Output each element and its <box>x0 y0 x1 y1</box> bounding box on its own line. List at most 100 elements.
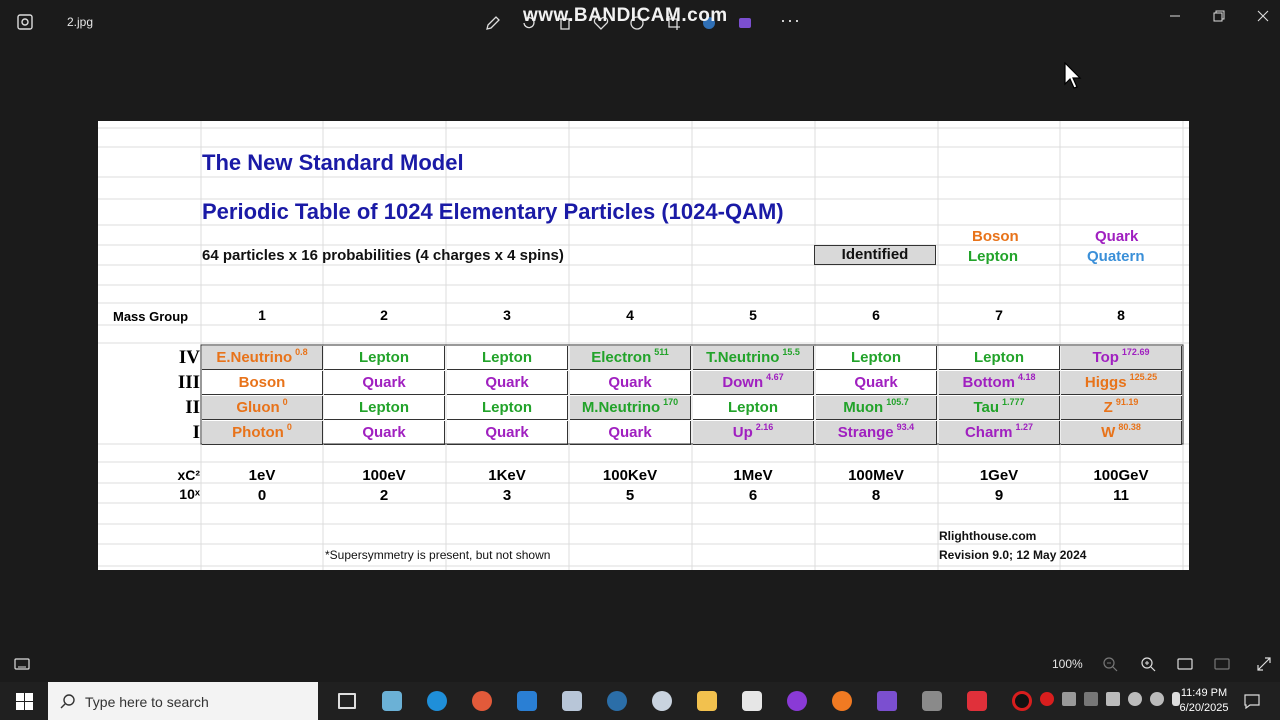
particle-name: Lepton <box>728 399 778 416</box>
taskbar-app-bandicam[interactable] <box>999 682 1044 720</box>
record-icon <box>1011 691 1032 711</box>
particle-cell: Quark <box>324 421 445 445</box>
clock-date: 6/20/2025 <box>1179 702 1229 714</box>
particle-cell: Top 172.69 <box>1061 346 1182 370</box>
particle-mass: 2.16 <box>755 422 774 432</box>
volume-icon[interactable] <box>1106 692 1120 706</box>
particle-cell: Down 4.67 <box>693 371 814 395</box>
particle-name: W <box>1101 424 1116 441</box>
fit-to-window-icon[interactable] <box>1177 656 1193 672</box>
bandicam-tray-button[interactable] <box>734 12 756 34</box>
mass-group-label: Mass Group <box>113 309 189 324</box>
exponent-value: 0 <box>257 487 267 504</box>
particle-name: Quark <box>608 374 652 391</box>
task-view-button[interactable] <box>324 682 369 720</box>
notification-icon[interactable] <box>1244 693 1260 709</box>
more-options-button[interactable]: ··· <box>780 10 801 31</box>
actual-size-icon[interactable] <box>1214 656 1230 672</box>
particle-cell: Quark <box>447 371 568 395</box>
particle-name: T.Neutrino <box>706 349 780 366</box>
particle-cell: Tau 1.777 <box>939 396 1060 420</box>
particle-cell: E.Neutrino 0.8 <box>202 346 323 370</box>
particle-cell: Lepton <box>324 396 445 420</box>
snip-icon <box>471 691 492 711</box>
particle-name: Quark <box>362 374 406 391</box>
zoom-out-icon[interactable] <box>1102 656 1118 672</box>
taskbar-app-firefox[interactable] <box>819 682 864 720</box>
particle-mass: 511 <box>654 347 669 357</box>
filmstrip-icon[interactable] <box>14 656 30 672</box>
zoom-level[interactable]: 100% <box>1052 657 1083 671</box>
taskbar-app-podcast[interactable] <box>774 682 819 720</box>
sheet-title: The New Standard Model <box>202 150 464 175</box>
sheet-subtitle: Periodic Table of 1024 Elementary Partic… <box>202 199 784 224</box>
taskbar-app-photos[interactable] <box>504 682 549 720</box>
zoom-in-icon[interactable] <box>1140 656 1156 672</box>
particle-name: Higgs <box>1084 374 1127 391</box>
taskbar-app-game[interactable] <box>909 682 954 720</box>
network-icon[interactable] <box>1128 692 1142 706</box>
windows-taskbar: Type here to search 11:49 PM 6/20/2025 <box>0 682 1280 720</box>
task-view-icon <box>337 693 356 709</box>
language-icon[interactable] <box>1062 692 1076 706</box>
record-status-icon[interactable] <box>1040 692 1054 706</box>
particle-cell: Gluon 0 <box>202 396 323 420</box>
mass-group-header: 5 <box>749 307 757 323</box>
browser-icon <box>606 691 627 711</box>
taskbar-clock[interactable]: 11:49 PM 6/20/2025 <box>1172 686 1236 716</box>
particle-cell: Strange 93.4 <box>816 421 937 445</box>
particle-mass: 93.4 <box>896 422 915 432</box>
vpn-icon <box>876 691 897 711</box>
energy-value: 100eV <box>362 467 406 484</box>
bandicam-icon <box>739 18 751 28</box>
particle-cell: Muon 105.7 <box>816 396 937 420</box>
taskbar-app-recorder[interactable] <box>729 682 774 720</box>
particle-cell: Lepton <box>816 346 937 370</box>
taskbar-app-media[interactable] <box>639 682 684 720</box>
taskbar-search-box[interactable]: Type here to search <box>48 682 318 720</box>
photos-app-icon[interactable] <box>16 13 34 31</box>
particle-name: Top <box>1092 349 1119 366</box>
edit-image-button[interactable] <box>482 12 504 34</box>
particle-mass: 1.777 <box>1002 397 1025 407</box>
generation-label: II <box>185 397 200 418</box>
battery-icon[interactable] <box>1084 692 1098 706</box>
restore-button[interactable] <box>1196 0 1242 32</box>
energy-value: 1MeV <box>733 467 773 484</box>
taskbar-app-viewer[interactable] <box>549 682 594 720</box>
exponent-value: 3 <box>502 487 512 504</box>
taskbar-app-vivaldi[interactable] <box>954 682 999 720</box>
legend-boson: Boson <box>972 228 1019 245</box>
particle-mass: 170 <box>663 397 679 407</box>
identified-legend: Identified <box>814 245 936 265</box>
particle-cell: Up 2.16 <box>693 421 814 445</box>
edit-icon <box>486 16 500 30</box>
windows-start-icon[interactable] <box>16 693 33 710</box>
exponent-value: 9 <box>994 487 1004 504</box>
taskbar-app-snip[interactable] <box>459 682 504 720</box>
particle-name: Charm <box>964 424 1013 441</box>
particle-mass: 105.7 <box>886 397 909 407</box>
viewer-bottom-bar: 100% <box>0 646 1280 682</box>
particle-name: Photon <box>232 424 284 441</box>
particle-name: Up <box>732 424 753 441</box>
game-icon <box>921 691 942 711</box>
particle-name: Z <box>1103 399 1113 416</box>
particle-name: Bottom <box>962 374 1015 391</box>
particle-name: Boson <box>238 374 286 391</box>
taskbar-app-vpn[interactable] <box>864 682 909 720</box>
particle-name: Lepton <box>359 399 409 416</box>
fullscreen-icon[interactable] <box>1256 656 1272 672</box>
close-button[interactable] <box>1240 0 1280 32</box>
taskbar-app-notepad[interactable] <box>369 682 414 720</box>
taskbar-app-explorer[interactable] <box>684 682 729 720</box>
taskbar-apps <box>324 682 1044 720</box>
taskbar-app-skype[interactable] <box>414 682 459 720</box>
taskbar-app-browser[interactable] <box>594 682 639 720</box>
particle-name: Muon <box>843 399 884 416</box>
particle-name: Tau <box>973 399 1000 416</box>
onedrive-icon[interactable] <box>1150 692 1164 706</box>
particle-name: Lepton <box>851 349 901 366</box>
minimize-button[interactable] <box>1152 0 1198 32</box>
mass-group-header: 7 <box>995 307 1003 323</box>
